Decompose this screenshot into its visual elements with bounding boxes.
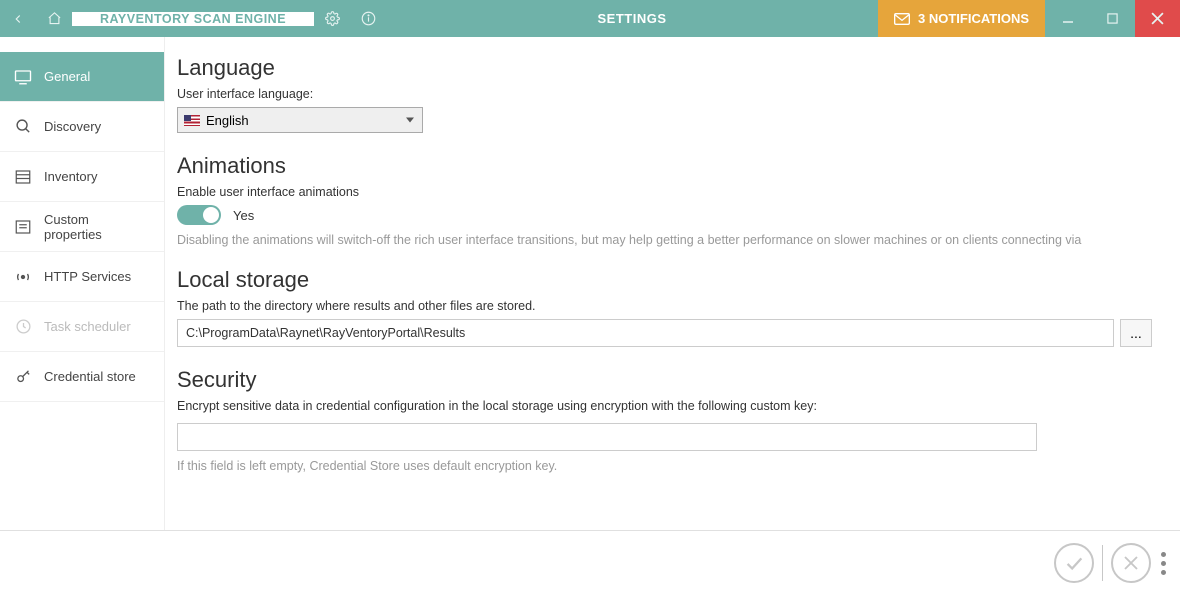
section-animations: Animations Enable user interface animati… xyxy=(177,153,1152,247)
titlebar-left: RAYVENTORY SCAN ENGINE xyxy=(0,0,386,37)
content: Language User interface language: Englis… xyxy=(165,37,1180,530)
storage-label: The path to the directory where results … xyxy=(177,299,1152,313)
monitor-icon xyxy=(14,68,32,86)
clock-icon xyxy=(14,318,32,336)
security-key-input[interactable] xyxy=(177,423,1037,451)
search-icon xyxy=(14,118,32,136)
footer-divider xyxy=(1102,545,1103,581)
apply-button[interactable] xyxy=(1054,543,1094,583)
minimize-button[interactable] xyxy=(1045,0,1090,37)
security-label: Encrypt sensitive data in credential con… xyxy=(177,399,1152,413)
sidebar-item-task-scheduler[interactable]: Task scheduler xyxy=(0,302,164,352)
sidebar-item-label: Task scheduler xyxy=(44,319,131,334)
home-button[interactable] xyxy=(36,11,72,26)
close-button[interactable] xyxy=(1135,0,1180,37)
signal-icon xyxy=(14,268,32,286)
language-select[interactable]: English xyxy=(177,107,423,133)
sidebar-item-label: General xyxy=(44,69,90,84)
mail-icon xyxy=(894,13,910,25)
section-language: Language User interface language: Englis… xyxy=(177,55,1152,133)
notifications-label: 3 NOTIFICATIONS xyxy=(918,11,1029,26)
info-button[interactable] xyxy=(350,11,386,26)
inventory-icon xyxy=(14,168,32,186)
storage-heading: Local storage xyxy=(177,267,1152,293)
properties-icon xyxy=(14,218,32,236)
sidebar-item-label: HTTP Services xyxy=(44,269,131,284)
key-icon xyxy=(14,368,32,386)
app-name: RAYVENTORY SCAN ENGINE xyxy=(100,12,286,26)
sidebar-item-credential-store[interactable]: Credential store xyxy=(0,352,164,402)
sidebar-item-label: Credential store xyxy=(44,369,136,384)
titlebar-right: 3 NOTIFICATIONS xyxy=(878,0,1180,37)
animations-hint: Disabling the animations will switch-off… xyxy=(177,233,1152,247)
notifications-button[interactable]: 3 NOTIFICATIONS xyxy=(878,0,1045,37)
sidebar-item-http-services[interactable]: HTTP Services xyxy=(0,252,164,302)
footer xyxy=(0,530,1180,595)
browse-button[interactable]: ... xyxy=(1120,319,1152,347)
animations-toggle[interactable] xyxy=(177,205,221,225)
more-button[interactable] xyxy=(1155,552,1172,575)
titlebar: RAYVENTORY SCAN ENGINE SETTINGS 3 NOTIFI… xyxy=(0,0,1180,37)
flag-us-icon xyxy=(184,115,200,126)
close-icon xyxy=(1122,554,1140,572)
maximize-button[interactable] xyxy=(1090,0,1135,37)
language-label: User interface language: xyxy=(177,87,1152,101)
section-local-storage: Local storage The path to the directory … xyxy=(177,267,1152,347)
animations-value: Yes xyxy=(233,208,254,223)
sidebar-item-custom-properties[interactable]: Custom properties xyxy=(0,202,164,252)
settings-gear-button[interactable] xyxy=(314,11,350,26)
sidebar: General Discovery Inventory Custom prope… xyxy=(0,37,165,530)
sidebar-item-general[interactable]: General xyxy=(0,52,164,102)
security-hint: If this field is left empty, Credential … xyxy=(177,459,1152,473)
sidebar-item-label: Discovery xyxy=(44,119,101,134)
sidebar-item-label: Custom properties xyxy=(44,212,150,242)
sidebar-item-label: Inventory xyxy=(44,169,97,184)
cancel-button[interactable] xyxy=(1111,543,1151,583)
section-security: Security Encrypt sensitive data in crede… xyxy=(177,367,1152,473)
page-title: SETTINGS xyxy=(386,0,878,37)
storage-path-input[interactable] xyxy=(177,319,1114,347)
animations-heading: Animations xyxy=(177,153,1152,179)
check-icon xyxy=(1063,552,1085,574)
sidebar-item-discovery[interactable]: Discovery xyxy=(0,102,164,152)
back-button[interactable] xyxy=(0,12,36,26)
animations-label: Enable user interface animations xyxy=(177,185,1152,199)
language-selected: English xyxy=(206,113,249,128)
active-tab[interactable]: RAYVENTORY SCAN ENGINE xyxy=(72,12,314,26)
sidebar-item-inventory[interactable]: Inventory xyxy=(0,152,164,202)
body: General Discovery Inventory Custom prope… xyxy=(0,37,1180,530)
security-heading: Security xyxy=(177,367,1152,393)
language-heading: Language xyxy=(177,55,1152,81)
